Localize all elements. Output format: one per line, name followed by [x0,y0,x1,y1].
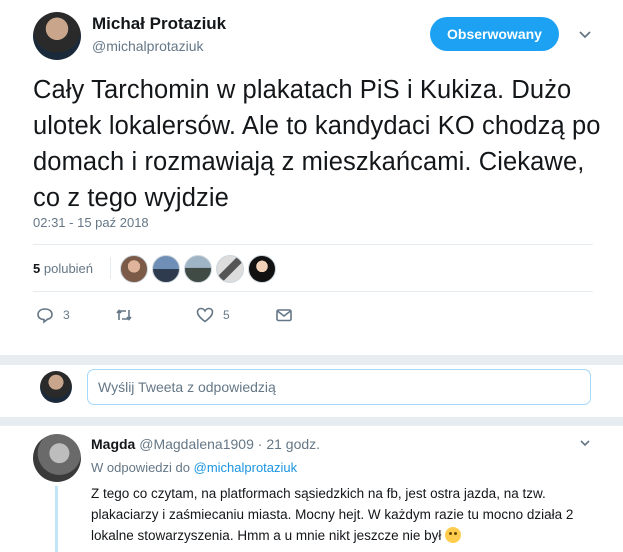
divider [110,257,111,279]
retweet-icon [116,309,132,321]
in-reply-to: W odpowiedzi do @michalprotaziuk [91,460,297,475]
reply-text-content: Z tego co czytam, na platformach sąsiedz… [91,486,574,543]
tweet-timestamp[interactable]: 02:31 - 15 paź 2018 [33,215,149,230]
author-avatar[interactable] [33,12,81,60]
liker-avatar[interactable] [184,255,212,283]
liker-avatar[interactable] [152,255,180,283]
follow-button[interactable]: Obserwowany [430,17,559,51]
reply-time[interactable]: 21 godz. [266,436,320,452]
chevron-down-icon[interactable] [577,26,593,42]
current-user-avatar[interactable] [40,371,72,403]
divider [33,291,593,292]
envelope-icon [276,309,292,322]
divider [33,244,593,245]
reply-input[interactable]: Wyślij Tweeta z odpowiedzią [87,369,591,405]
reply-action[interactable]: 3 [36,305,70,325]
liker-avatar[interactable] [216,255,244,283]
retweet-action[interactable] [115,305,142,325]
reply-author-name[interactable]: Magda [91,436,135,452]
in-reply-handle-link[interactable]: @michalprotaziuk [194,460,298,475]
thread-line [55,486,58,552]
reply-author-avatar[interactable] [33,434,81,482]
reply-icon [37,308,53,324]
reply-count: 3 [63,308,70,322]
likes-label: polubień [43,261,94,276]
rolling-eyes-emoji-icon [445,527,462,543]
author-handle[interactable]: @michalprotaziuk [92,38,203,54]
reply-header: Magda @Magdalena1909 · 21 godz. [91,436,320,452]
likes-summary[interactable]: 5 polubień [33,261,93,276]
like-action[interactable]: 5 [196,305,230,325]
liker-avatar[interactable] [248,255,276,283]
message-action[interactable] [275,305,293,325]
heart-icon [196,307,214,323]
likes-count: 5 [33,261,41,276]
section-separator [0,355,623,365]
reply-author-handle[interactable]: @Magdalena1909 [139,436,254,452]
in-reply-prefix: W odpowiedzi do [91,460,190,475]
likers-avatars [120,255,276,283]
tweet-text: Cały Tarchomin w plakatach PiS i Kukiza.… [33,76,601,212]
liker-avatar[interactable] [120,255,148,283]
reply-separator: · [257,436,263,452]
section-separator [0,417,623,426]
reply-text: Z tego co czytam, na platformach sąsiedz… [91,483,591,546]
author-name[interactable]: Michał Protaziuk [92,14,226,34]
like-count: 5 [223,308,230,322]
chevron-down-icon[interactable] [578,436,592,450]
